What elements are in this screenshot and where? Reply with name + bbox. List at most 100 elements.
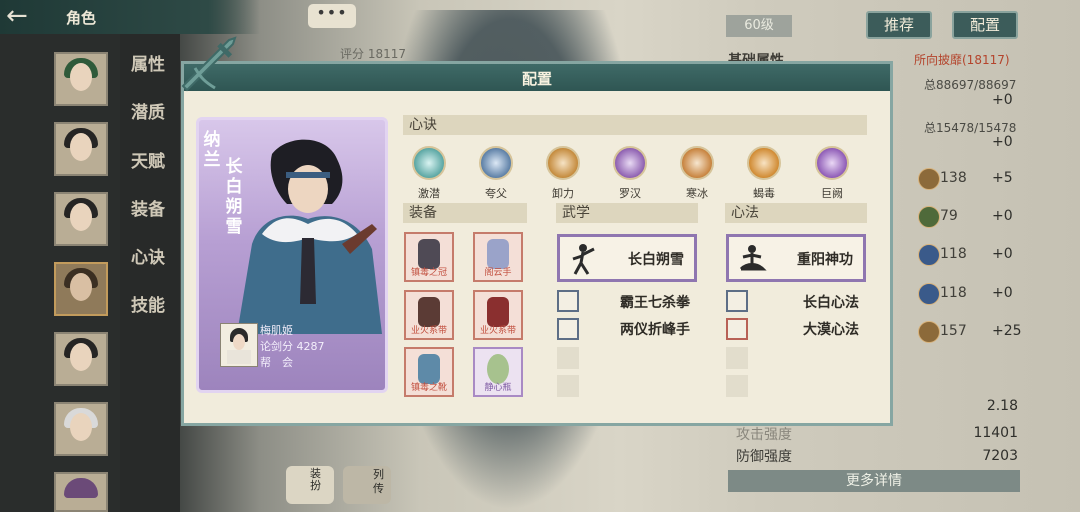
recommend-button[interactable]: 推荐 — [866, 11, 932, 39]
tab-equipment[interactable]: 装备 — [131, 195, 165, 220]
xinjue-skill-icon[interactable] — [747, 146, 781, 180]
attribute-icon — [918, 244, 940, 266]
heart-sub-name: 长白心法 — [803, 295, 859, 311]
level-badge: 60级 — [726, 15, 792, 37]
chat-bubble[interactable]: ••• — [308, 4, 356, 28]
heart-main-name: 重阳神功 — [797, 252, 853, 268]
attribute-icon — [918, 206, 940, 228]
equipment-slot[interactable]: 镇毒之靴 — [404, 347, 454, 397]
tab-biography[interactable]: 列传 — [343, 466, 391, 504]
xinjue-skill-icon[interactable] — [815, 146, 849, 180]
roster-portrait[interactable] — [54, 472, 108, 512]
stat-bonus: +0 — [992, 246, 1013, 262]
arena-score: 论剑分 4287 — [260, 340, 325, 353]
martial-main-slot[interactable]: 长白朔雪 — [557, 234, 697, 282]
stat-value: 118 — [940, 285, 967, 301]
xinjue-skill-label: 罗汉 — [619, 187, 641, 200]
player-name: 梅肌姬 — [260, 324, 293, 337]
roster-portrait[interactable] — [54, 122, 108, 176]
meditation-pose-icon — [739, 245, 767, 271]
tab-costume[interactable]: 装扮 — [286, 466, 334, 504]
attribute-icon — [918, 321, 940, 343]
more-details-button[interactable]: 更多详情 — [728, 470, 1020, 492]
attribute-icon — [918, 168, 940, 190]
tab-potential[interactable]: 潜质 — [131, 98, 165, 123]
heart-sub-icon[interactable] — [726, 318, 748, 340]
stat-total-plus: +0 — [992, 134, 1013, 150]
stat-value: 11401 — [973, 425, 1018, 441]
tab-xinjue[interactable]: 心诀 — [131, 243, 165, 268]
equipment-label: 静心瓶 — [484, 383, 512, 393]
xinjue-skill-label: 巨阙 — [821, 187, 843, 200]
xinjue-skill-label: 卸力 — [552, 187, 574, 200]
roster-portrait[interactable] — [54, 192, 108, 246]
dialog-title: 配置 — [521, 70, 552, 88]
equipment-header: 装备 — [403, 203, 527, 223]
tab-talent[interactable]: 天赋 — [131, 147, 165, 172]
xinjue-skill-label: 寒冰 — [686, 187, 708, 200]
score-label: 评分 18117 — [340, 47, 406, 61]
martial-sub-icon[interactable] — [557, 290, 579, 312]
card-surname: 纳兰 — [203, 130, 221, 170]
character-art — [237, 139, 382, 334]
tab-skills[interactable]: 技能 — [131, 291, 165, 316]
heart-empty-slot[interactable] — [726, 347, 748, 369]
martial-main-name: 长白朔雪 — [628, 252, 684, 268]
stat-total: 总88697/88697 — [924, 78, 1017, 92]
config-button[interactable]: 配置 — [952, 11, 1018, 39]
xinjue-skill-label: 蝎毒 — [753, 187, 775, 200]
martial-header: 武学 — [556, 203, 698, 223]
equipment-slot[interactable]: 业火系带 — [404, 290, 454, 340]
equipment-slot[interactable]: 镇毒之冠 — [404, 232, 454, 282]
equipment-slot[interactable]: 业火系带 — [473, 290, 523, 340]
biography-tab-label: 列传 — [373, 468, 384, 495]
stat-bonus: +0 — [992, 285, 1013, 301]
equipment-label: 阁云手 — [484, 268, 512, 278]
costume-tab-label: 装扮 — [310, 467, 321, 492]
xinjue-skill-icon[interactable] — [680, 146, 714, 180]
martial-empty-slot[interactable] — [557, 347, 579, 369]
stat-value: 138 — [940, 170, 967, 186]
heart-sub-name: 大漠心法 — [803, 322, 859, 338]
xinjue-skill-icon[interactable] — [613, 146, 647, 180]
stat-value: 79 — [940, 208, 958, 224]
tab-attributes[interactable]: 属性 — [131, 50, 165, 75]
stat-bonus: +0 — [992, 208, 1013, 224]
martial-sub-name: 霸王七杀拳 — [620, 295, 690, 311]
equipment-slot[interactable]: 静心瓶 — [473, 347, 523, 397]
roster-portrait[interactable] — [54, 52, 108, 106]
martial-sub-name: 两仪折峰手 — [620, 322, 690, 338]
stat-value: 7203 — [982, 448, 1018, 464]
martial-empty-slot[interactable] — [557, 375, 579, 397]
stat-bonus: +25 — [992, 323, 1022, 339]
stat-value: 157 — [940, 323, 967, 339]
xinjue-skill-icon[interactable] — [479, 146, 513, 180]
back-arrow-icon[interactable]: ← — [6, 3, 46, 30]
xinjue-skill-icon[interactable] — [412, 146, 446, 180]
xinjue-skill-icon[interactable] — [546, 146, 580, 180]
sword-ornament-icon — [181, 36, 237, 92]
source-link[interactable]: 所向披靡(18117) — [914, 51, 1010, 68]
guild-label: 帮 会 — [260, 356, 293, 369]
heart-main-slot[interactable]: 重阳神功 — [726, 234, 866, 282]
stat-value: 2.18 — [986, 398, 1018, 414]
roster-portrait[interactable] — [54, 332, 108, 386]
heart-method-header: 心法 — [725, 203, 867, 223]
stat-bonus: +5 — [992, 170, 1013, 186]
heart-sub-icon[interactable] — [726, 290, 748, 312]
stat-label: 攻击强度 — [736, 427, 792, 443]
roster-portrait[interactable] — [54, 402, 108, 456]
heart-empty-slot[interactable] — [726, 375, 748, 397]
xinjue-skill-label: 夸父 — [485, 187, 507, 200]
equipment-label: 镇毒之靴 — [410, 383, 447, 393]
attribute-icon — [918, 283, 940, 305]
equipment-label: 业火系带 — [479, 326, 516, 336]
xinjue-skill-label: 激潜 — [418, 187, 440, 200]
roster-portrait-selected[interactable] — [54, 262, 108, 316]
equipment-slot[interactable]: 阁云手 — [473, 232, 523, 282]
xinjue-header: 心诀 — [403, 115, 867, 135]
page-title: 角色 — [66, 9, 97, 27]
martial-sub-icon[interactable] — [557, 318, 579, 340]
equipment-label: 镇毒之冠 — [410, 268, 447, 278]
stat-label: 防御强度 — [736, 449, 792, 465]
